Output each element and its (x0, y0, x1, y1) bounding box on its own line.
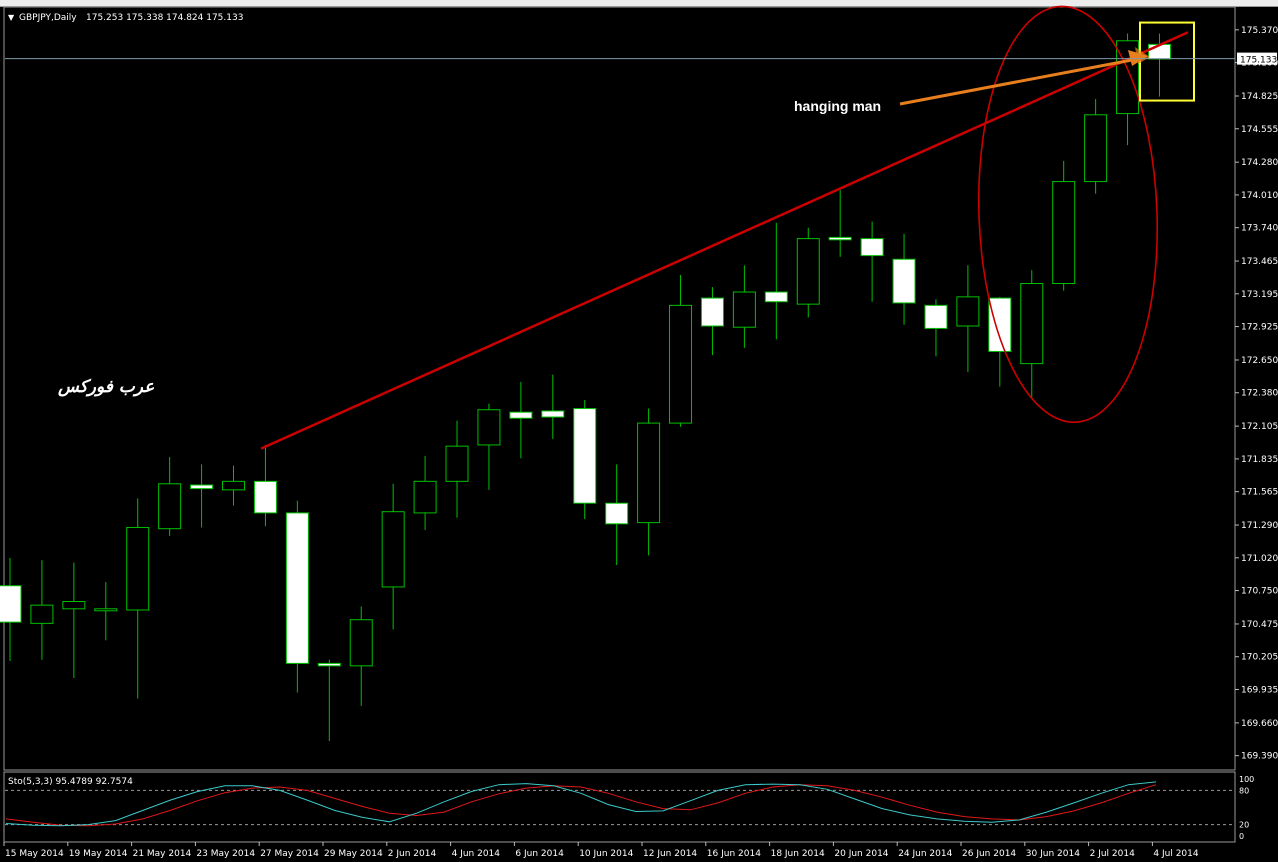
y-tick-label: 172.925 (1241, 323, 1278, 333)
stochastic-label: Sto(5,3,3) 95.4789 92.7574 (8, 777, 133, 787)
candle-body (1052, 181, 1076, 285)
candlestick-chart: ▼ GBPJPY,Daily 175.253 175.338 174.824 1… (0, 0, 1278, 862)
main-plot-frame (3, 6, 1236, 771)
candle-body (253, 480, 277, 514)
stochastic-level-label: 0 (1239, 832, 1244, 841)
y-tick-label: 171.290 (1241, 521, 1278, 531)
candle-body (892, 258, 916, 304)
y-tick-label: 170.205 (1241, 653, 1278, 663)
candle-body (94, 608, 118, 612)
candle-body (477, 409, 501, 446)
x-tick-label: 2 Jul 2014 (1090, 849, 1135, 859)
candle-body (573, 408, 597, 504)
x-tick-label: 29 May 2014 (324, 849, 383, 859)
candle-body (605, 502, 629, 525)
y-tick-label: 171.020 (1241, 554, 1278, 564)
hanging-man-label: hanging man (794, 98, 881, 114)
candle-body (317, 662, 341, 667)
x-tick-label: 27 May 2014 (260, 849, 319, 859)
x-tick-label: 26 Jun 2014 (962, 849, 1016, 859)
time-axis: 15 May 2014 19 May 2014 21 May 2014 23 May … (3, 842, 1199, 859)
candle-body (669, 304, 693, 424)
candle-body (222, 480, 246, 491)
y-tick-label: 171.835 (1241, 455, 1278, 465)
y-tick-label: 169.935 (1241, 686, 1278, 696)
candle-body (796, 238, 820, 305)
y-tick-label: 171.565 (1241, 488, 1278, 498)
x-tick-label: 21 May 2014 (133, 849, 192, 859)
stochastic-panel: Sto(5,3,3) 95.4789 92.7574 100 80 20 0 (5, 775, 1254, 841)
y-tick-label: 174.280 (1241, 158, 1278, 168)
y-tick-label: 170.475 (1241, 620, 1278, 630)
candle-body (1084, 114, 1108, 183)
stochastic-main-line (5, 781, 1157, 827)
candles-group (0, 33, 1171, 742)
candle-body (988, 297, 1012, 352)
candle-body (62, 601, 86, 610)
candle-body (349, 619, 373, 667)
y-tick-label: 174.010 (1241, 191, 1278, 201)
candle-body (924, 304, 948, 329)
candle-body (828, 236, 852, 241)
x-tick-label: 23 May 2014 (196, 849, 255, 859)
candle-body (764, 291, 788, 303)
candle-body (285, 512, 309, 664)
stochastic-level-label: 20 (1239, 821, 1249, 830)
candle-body (158, 483, 182, 530)
x-tick-label: 4 Jun 2014 (452, 849, 501, 859)
y-tick-label: 169.660 (1241, 719, 1278, 729)
y-tick-label: 173.465 (1241, 257, 1278, 267)
candle-body (1147, 43, 1171, 60)
x-tick-label: 20 Jun 2014 (834, 849, 888, 859)
candle-body (860, 238, 884, 257)
y-tick-label: 173.195 (1241, 290, 1278, 300)
candle-body (732, 291, 756, 328)
y-tick-label: 174.825 (1241, 92, 1278, 102)
candle-body (509, 411, 533, 419)
x-tick-label: 18 Jun 2014 (771, 849, 825, 859)
y-tick-label: 169.390 (1241, 752, 1278, 762)
x-tick-label: 10 Jun 2014 (579, 849, 633, 859)
stochastic-level-label: 80 (1239, 786, 1249, 795)
trendline (260, 31, 1189, 450)
y-tick-label: 170.750 (1241, 587, 1278, 597)
candle-body (445, 445, 469, 482)
candle-body (0, 585, 22, 623)
x-tick-label: 15 May 2014 (5, 849, 64, 859)
watermark-arabic: عرب فوركس (57, 377, 155, 397)
y-tick-label: 175.370 (1241, 26, 1278, 36)
header-menu-icon[interactable]: ▼ (8, 13, 15, 22)
x-tick-label: 30 Jun 2014 (1026, 849, 1080, 859)
y-tick-label: 172.650 (1241, 356, 1278, 366)
candle-body (541, 410, 565, 418)
x-tick-label: 24 Jun 2014 (898, 849, 952, 859)
candle-body (30, 604, 54, 624)
candle-body (190, 484, 214, 490)
candle-body (1020, 283, 1044, 365)
y-tick-label: 172.105 (1241, 422, 1278, 432)
y-tick-label: 174.555 (1241, 125, 1278, 135)
x-tick-label: 16 Jun 2014 (707, 849, 761, 859)
x-tick-label: 4 Jul 2014 (1153, 849, 1198, 859)
candle-body (637, 422, 661, 524)
candle-body (381, 511, 405, 588)
header-symbol: GBPJPY,Daily (19, 13, 77, 23)
current-price-tag-label: 175.133 (1240, 56, 1277, 66)
candle-body (126, 526, 150, 611)
chart-canvas: ▼ GBPJPY,Daily 175.253 175.338 174.824 1… (0, 5, 1278, 859)
y-tick-label: 172.380 (1241, 389, 1278, 399)
x-tick-label: 19 May 2014 (69, 849, 128, 859)
header-ohlc: 175.253 175.338 174.824 175.133 (86, 13, 243, 23)
y-tick-label: 173.740 (1241, 224, 1278, 234)
x-tick-label: 12 Jun 2014 (643, 849, 697, 859)
pointer-arrow-shaft (899, 58, 1133, 106)
candle-body (700, 297, 724, 327)
x-tick-label: 2 Jun 2014 (388, 849, 437, 859)
candle-body (413, 480, 437, 514)
candle-body (956, 296, 980, 327)
x-tick-label: 6 Jun 2014 (515, 849, 564, 859)
candle-body (1116, 40, 1140, 115)
stochastic-level-label: 100 (1239, 775, 1254, 784)
